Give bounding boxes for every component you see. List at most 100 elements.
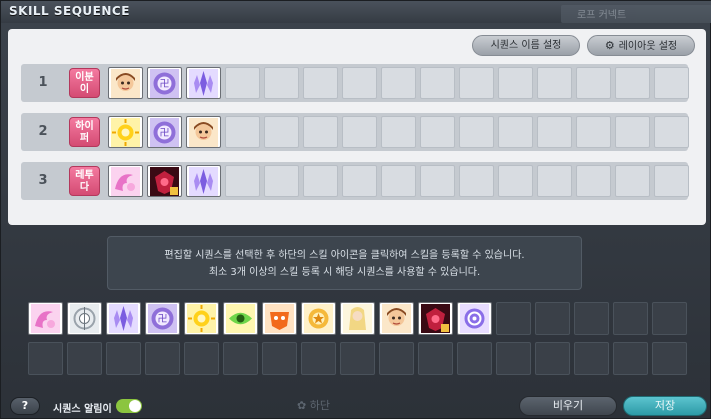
sequence-slot[interactable]	[537, 67, 572, 99]
sequence-slot[interactable]	[303, 67, 338, 99]
skill-palette-slot[interactable]	[379, 342, 414, 375]
sequence-slot[interactable]	[420, 116, 455, 148]
skill-palette-slot[interactable]	[418, 342, 453, 375]
rename-sequence-button[interactable]: 시퀀스 이름 설정	[472, 35, 580, 56]
sequence-number: 3	[38, 173, 48, 188]
sequence-slot[interactable]	[342, 67, 377, 99]
layout-settings-button[interactable]: ⚙ 레이아웃 설정	[587, 35, 695, 56]
skill-palette-slot[interactable]	[496, 302, 531, 335]
sequence-slot[interactable]	[615, 116, 650, 148]
sequence-row-2[interactable]: 2 하이 퍼 卍	[21, 113, 689, 151]
sequence-slot[interactable]	[459, 116, 494, 148]
info-box: 편집할 시퀀스를 선택한 후 하단의 스킬 아이콘을 클릭하여 스킬을 등록할 …	[107, 236, 582, 290]
sequence-slot[interactable]	[654, 67, 689, 99]
skill-palette-slot[interactable]	[457, 302, 492, 335]
save-button[interactable]: 저장	[623, 396, 707, 416]
skill-palette-slot[interactable]	[613, 342, 648, 375]
skill-palette-slot[interactable]	[223, 302, 258, 335]
skill-palette-slot[interactable]	[574, 342, 609, 375]
skill-palette-slot[interactable]	[145, 342, 180, 375]
skill-palette-slot[interactable]	[340, 302, 375, 335]
sequence-row-3[interactable]: 3 레투 다	[21, 162, 689, 200]
sequence-slot[interactable]	[537, 116, 572, 148]
sequence-slot[interactable]	[186, 165, 221, 197]
skill-palette-slot[interactable]	[262, 302, 297, 335]
skill-palette-slot[interactable]	[106, 302, 141, 335]
sequence-slot[interactable]	[342, 165, 377, 197]
sequence-tag[interactable]: 레투 다	[69, 166, 100, 196]
sequence-slot[interactable]	[498, 116, 533, 148]
title-bar[interactable]: SKILL SEQUENCE 로프 커넥트	[1, 1, 711, 23]
skill-palette-slot[interactable]	[28, 302, 63, 335]
skill-palette-slot[interactable]	[106, 342, 141, 375]
sequence-slot[interactable]	[381, 165, 416, 197]
sequence-tag[interactable]: 이분 이	[69, 68, 100, 98]
sequence-slot[interactable]	[108, 116, 143, 148]
sequence-slot[interactable]	[459, 67, 494, 99]
white-halo-icon	[70, 304, 99, 333]
skill-palette-slot[interactable]	[262, 342, 297, 375]
skill-palette-slot[interactable]	[496, 342, 531, 375]
help-button[interactable]: ?	[10, 397, 40, 415]
skill-palette-slot[interactable]	[67, 342, 102, 375]
sequence-slot[interactable]	[498, 67, 533, 99]
sequence-slot[interactable]	[420, 67, 455, 99]
sequence-slot[interactable]	[381, 116, 416, 148]
sequence-slot[interactable]	[615, 67, 650, 99]
sequence-slot[interactable]	[186, 67, 221, 99]
alarm-label: 시퀀스 알림이	[53, 404, 112, 415]
skill-palette-slot[interactable]	[574, 302, 609, 335]
gear-icon: ⚙	[604, 39, 615, 52]
sequence-slot[interactable]	[576, 165, 611, 197]
sequence-slot[interactable]	[303, 116, 338, 148]
sequence-slot[interactable]	[264, 165, 299, 197]
skill-palette-slot[interactable]	[223, 342, 258, 375]
skill-palette-slot[interactable]	[184, 342, 219, 375]
sequence-slot[interactable]	[381, 67, 416, 99]
empty-button[interactable]: 비우기	[519, 396, 617, 416]
skill-palette-slot[interactable]	[28, 342, 63, 375]
sequence-slot[interactable]	[147, 165, 182, 197]
skill-palette-slot[interactable]	[301, 302, 336, 335]
sequence-slot[interactable]: 卍	[147, 67, 182, 99]
skill-palette-slot[interactable]	[379, 302, 414, 335]
skill-palette-slot[interactable]	[340, 342, 375, 375]
sequence-slot[interactable]: 卍	[147, 116, 182, 148]
skill-palette-slot[interactable]: 卍	[145, 302, 180, 335]
skill-palette-slot[interactable]	[457, 342, 492, 375]
sequence-slot[interactable]	[264, 67, 299, 99]
crimson-crest-icon	[421, 304, 450, 333]
sequence-slot[interactable]	[108, 67, 143, 99]
skill-palette-slot[interactable]	[652, 342, 687, 375]
sequence-slot[interactable]	[498, 165, 533, 197]
sequence-slot[interactable]	[225, 67, 260, 99]
sequence-slot[interactable]	[186, 116, 221, 148]
skill-palette-slot[interactable]	[418, 302, 453, 335]
sequence-slot[interactable]	[303, 165, 338, 197]
sequence-slot[interactable]	[264, 116, 299, 148]
sequence-slot[interactable]	[225, 165, 260, 197]
sequence-tag[interactable]: 하이 퍼	[69, 117, 100, 147]
skill-palette-slot[interactable]	[535, 302, 570, 335]
sequence-slot[interactable]	[459, 165, 494, 197]
sequence-slot[interactable]	[342, 116, 377, 148]
sequence-slot[interactable]	[108, 165, 143, 197]
skill-palette-slot[interactable]	[535, 342, 570, 375]
sequence-slot[interactable]	[537, 165, 572, 197]
skill-palette-slot[interactable]	[652, 302, 687, 335]
sequence-slot[interactable]	[225, 116, 260, 148]
monk-face-icon	[189, 118, 218, 147]
skill-palette-slot[interactable]	[301, 342, 336, 375]
sequence-slot[interactable]	[615, 165, 650, 197]
skill-palette-slot[interactable]	[613, 302, 648, 335]
skill-palette-slot[interactable]	[67, 302, 102, 335]
sequence-slot[interactable]	[576, 67, 611, 99]
sequence-slot[interactable]	[576, 116, 611, 148]
purple-rune-icon: 卍	[150, 118, 179, 147]
sequence-slot[interactable]	[654, 165, 689, 197]
alarm-toggle[interactable]	[116, 399, 142, 413]
sequence-slot[interactable]	[420, 165, 455, 197]
sequence-row-1[interactable]: 1 이분 이 卍	[21, 64, 689, 102]
sequence-slot[interactable]	[654, 116, 689, 148]
skill-palette-slot[interactable]	[184, 302, 219, 335]
